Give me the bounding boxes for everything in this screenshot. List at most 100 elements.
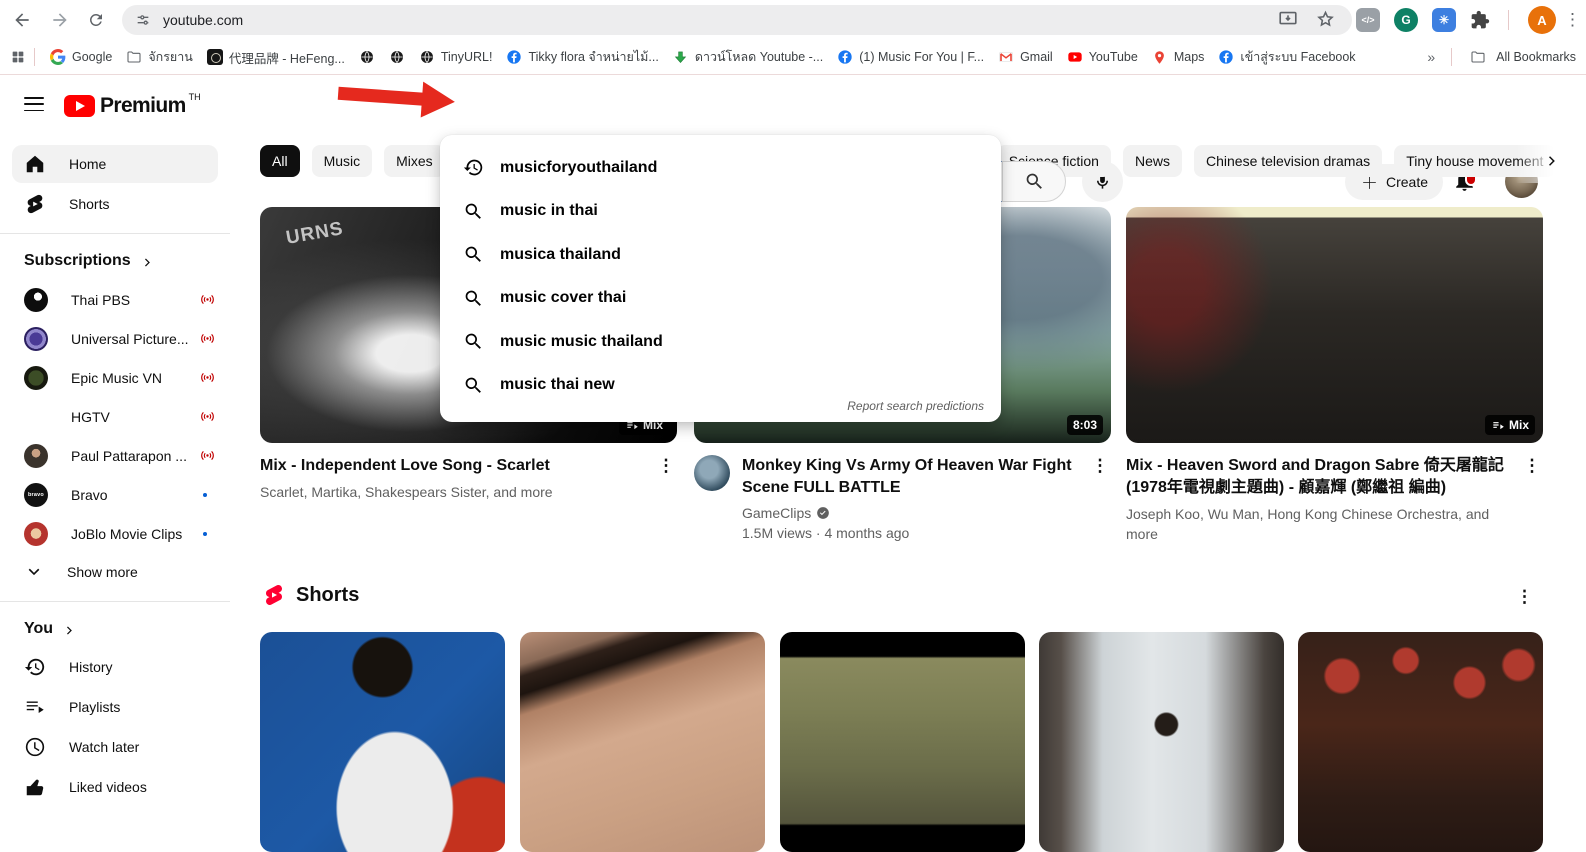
bookmark-globe-2[interactable] [389,49,405,65]
bookmark-folder-thai[interactable]: จักรยาน [126,47,193,67]
suggestion-item[interactable]: music music thailand [440,320,1001,364]
sidebar-item-playlists[interactable]: Playlists [12,688,218,726]
channel-item-paul-pattarapon[interactable]: Paul Pattarapon ... [0,436,230,475]
bookmarks-overflow-chevron[interactable]: » [1427,49,1433,65]
blue-extension-icon[interactable]: ✳ [1432,8,1456,32]
video-menu-icon[interactable]: ⋮ [655,455,677,502]
chevron-down-icon [24,562,44,582]
subscriptions-header[interactable]: Subscriptions [0,244,230,280]
chip-music[interactable]: Music [312,145,373,177]
bookmark-tikky-flora[interactable]: Tikky flora จำหน่ายไม้... [506,47,658,67]
chip-news[interactable]: News [1123,145,1182,177]
download-arrow-icon [673,49,689,65]
shorts-thumbnail[interactable] [780,632,1025,852]
chips-scroll-right-button[interactable] [1538,147,1566,175]
suggestion-item[interactable]: music cover thai [440,277,1001,321]
search-button[interactable] [1002,161,1066,202]
browser-profile-avatar[interactable]: A [1528,6,1556,34]
shorts-logo-icon [262,583,286,607]
bookmark-maps[interactable]: Maps [1152,49,1205,65]
hamburger-menu-icon[interactable] [24,97,44,111]
all-bookmarks-label[interactable]: All Bookmarks [1496,50,1576,64]
sidebar-divider [0,233,230,234]
search-icon [463,288,485,309]
video-title[interactable]: Monkey King Vs Army Of Heaven War Fight … [742,455,1089,499]
browser-reload-button[interactable] [84,8,108,32]
chip-chinese-television-dramas[interactable]: Chinese television dramas [1194,145,1382,177]
channel-name[interactable]: GameClips [742,505,811,521]
video-title[interactable]: Mix - Heaven Sword and Dragon Sabre 倚天屠龍… [1126,455,1521,499]
search-icon [463,331,485,352]
youtube-premium-logo[interactable]: Premium TH [64,92,201,120]
suggestion-item[interactable]: musica thailand [440,233,1001,277]
channel-item-epic-music-vn[interactable]: Epic Music VN [0,358,230,397]
bookmark-globe-1[interactable] [359,49,375,65]
code-extension-icon[interactable]: </> [1356,8,1380,32]
sidebar-item-shorts[interactable]: Shorts [12,185,218,223]
you-title: You [24,620,53,638]
shorts-thumbnail[interactable] [260,632,505,852]
bookmark-star-icon[interactable] [1315,9,1336,30]
video-thumbnail[interactable]: Mix [1126,207,1543,443]
video-title[interactable]: Mix - Independent Love Song - Scarlet [260,455,655,477]
show-more-button[interactable]: Show more [12,553,218,591]
live-icon [199,447,216,464]
chip-all[interactable]: All [260,145,300,177]
sidebar-item-liked-videos[interactable]: Liked videos [12,768,218,806]
sidebar-item-history[interactable]: History [12,648,218,686]
apps-grid-icon[interactable] [10,49,26,65]
channel-name: HGTV [71,409,199,425]
hefeng-icon [207,49,223,65]
channel-item-universal[interactable]: Universal Picture... [0,319,230,358]
extensions-puzzle-icon[interactable] [1468,8,1492,32]
channel-item-thai-pbs[interactable]: Thai PBS [0,280,230,319]
youtube-masthead: Premium TH musicforyouthailand ✕ Create … [0,76,1586,135]
channel-item-bravo[interactable]: bravo Bravo [0,475,230,514]
shorts-thumbnail[interactable] [1298,632,1543,852]
bookmark-youtube[interactable]: YouTube [1067,49,1138,65]
bookmark-facebook-login[interactable]: เข้าสู่ระบบ Facebook [1218,47,1355,67]
sidebar-item-watch-later[interactable]: Watch later [12,728,218,766]
bookmark-label: TinyURL! [441,50,493,64]
bookmark-music-for-you[interactable]: (1) Music For You | F... [837,49,984,65]
video-menu-icon[interactable]: ⋮ [1521,455,1543,544]
bookmark-download-youtube[interactable]: ดาวน์โหลด Youtube -... [673,47,823,67]
bookmark-tinyurl[interactable]: TinyURL! [419,49,493,65]
bookmarks-bar: Google จักรยาน 代理品牌 - HeFeng... TinyURL!… [0,40,1586,75]
bookmark-gmail[interactable]: Gmail [998,49,1053,65]
channel-item-hgtv[interactable]: HGTV HGTV [0,397,230,436]
maps-pin-icon [1152,49,1168,65]
thumb-up-icon [24,776,46,798]
you-header[interactable]: You [0,612,230,648]
shorts-thumbnail[interactable] [520,632,765,852]
browser-menu-icon[interactable]: ⋮ [1564,7,1581,33]
bookmark-google[interactable]: Google [50,49,112,65]
address-bar[interactable]: youtube.com [122,5,1352,35]
bookmark-hefeng[interactable]: 代理品牌 - HeFeng... [207,48,345,67]
sidebar-item-home[interactable]: Home [12,145,218,183]
browser-forward-button[interactable] [48,8,72,32]
bookmark-label: Tikky flora จำหน่ายไม้... [528,47,658,67]
browser-toolbar: youtube.com </> G ✳ A ⋮ [0,0,1586,40]
chevron-right-icon [140,255,155,270]
video-menu-icon[interactable]: ⋮ [1089,455,1111,543]
grammarly-extension-icon[interactable]: G [1394,8,1418,32]
channel-item-joblo-movie-clips[interactable]: JoBlo Movie Clips [0,514,230,553]
shorts-section-header: Shorts [262,583,359,607]
shorts-menu-icon[interactable]: ⋮ [1516,587,1533,607]
avatar-text: bravo [28,492,44,498]
suggestion-item[interactable]: musicforyouthailand [440,146,1001,190]
suggestion-text: musicforyouthailand [500,159,657,177]
sidebar: Home Shorts Subscriptions Thai PBS Unive… [0,135,230,816]
install-icon[interactable] [1277,8,1299,30]
suggestion-item[interactable]: music in thai [440,190,1001,234]
report-search-predictions-link[interactable]: Report search predictions [847,399,984,413]
youtube-icon [1067,49,1083,65]
bookmark-label: เข้าสู่ระบบ Facebook [1240,47,1355,67]
shorts-thumbnail[interactable] [1039,632,1284,852]
chip-mixes[interactable]: Mixes [384,145,445,177]
browser-back-button[interactable] [10,8,34,32]
site-info-icon[interactable] [135,12,151,28]
channel-avatar[interactable] [694,455,730,491]
duration-badge: 8:03 [1067,415,1103,435]
